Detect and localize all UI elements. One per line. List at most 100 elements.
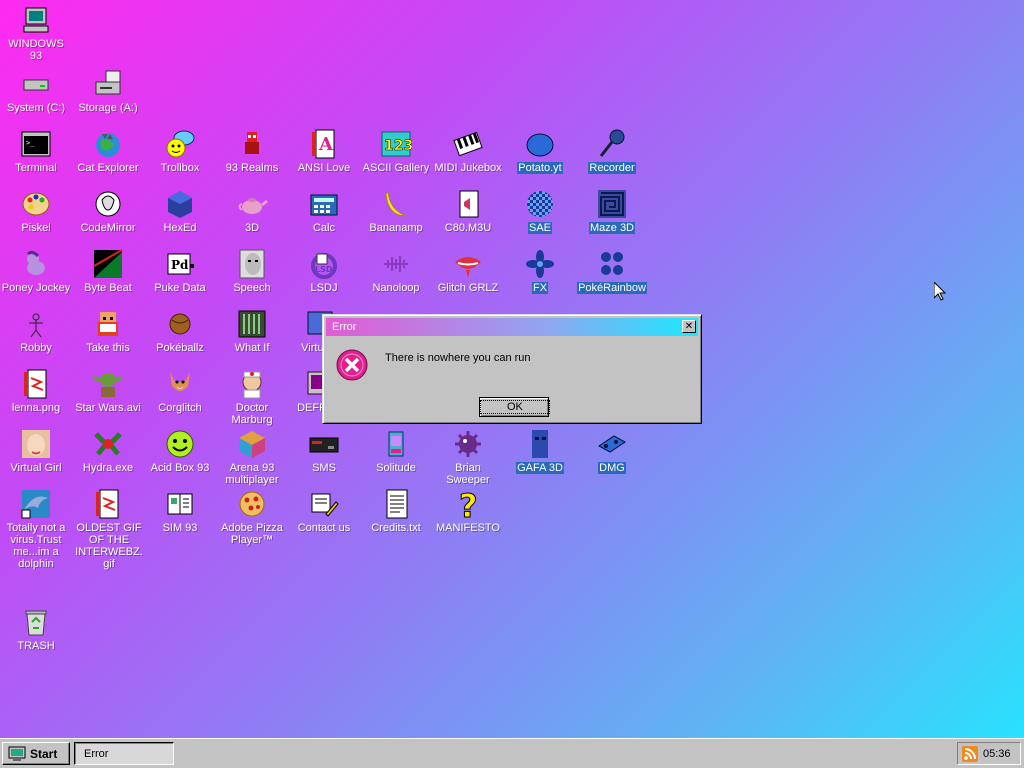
smiley-icon <box>164 428 196 460</box>
desktop-icon-credits[interactable]: Credits.txt <box>360 488 432 534</box>
error-dialog: Error ✕ There is nowhere you can run OK <box>322 314 702 424</box>
icon-label: Acid Box 93 <box>150 462 210 474</box>
icon-label: OLDEST GIF OF THE INTERWEBZ.gif <box>75 522 143 570</box>
icon-label: Brian Sweeper <box>446 462 490 486</box>
icon-label: Adobe Pizza Player™ <box>221 522 283 546</box>
desktop-icon-codemirror[interactable]: CodeMirror <box>72 188 144 234</box>
desktop-icon-robby[interactable]: Robby <box>0 308 72 354</box>
desktop-icon-corglitch[interactable]: Corglitch <box>144 368 216 414</box>
text-file-icon <box>380 488 412 520</box>
desktop-icon-nanoloop[interactable]: Nanoloop <box>360 248 432 294</box>
icon-label: WINDOWS 93 <box>8 38 64 62</box>
icon-label: LSDJ <box>310 282 338 294</box>
desktop-icon-93realms[interactable]: 93 Realms <box>216 128 288 174</box>
old-man-icon <box>92 308 124 340</box>
icon-label: SIM 93 <box>162 522 198 534</box>
desktop-icon-ascii-gallery[interactable]: 123 ASCII Gallery <box>360 128 432 174</box>
desktop-icon-manifesto[interactable]: ? MANIFESTO <box>432 488 504 534</box>
numbers-icon: 123 <box>380 128 412 160</box>
desktop-icon-pokerainbow[interactable]: PokéRainbow <box>576 248 648 294</box>
dialog-message: There is nowhere you can run <box>385 352 531 364</box>
desktop-icon-star-wars[interactable]: Star Wars.avi <box>72 368 144 414</box>
desktop-icon-oldest-gif[interactable]: OLDEST GIF OF THE INTERWEBZ.gif <box>72 488 144 570</box>
desktop-icon-pokeballz[interactable]: Pokéballz <box>144 308 216 354</box>
desktop-icon-lsdj[interactable]: LSDJ LSDJ <box>288 248 360 294</box>
desktop-icon-doctor-marburg[interactable]: Doctor Marburg <box>216 368 288 426</box>
icon-label: lenna.png <box>11 402 61 414</box>
icon-label: Pokéballz <box>156 342 204 354</box>
icon-label: Poney Jockey <box>1 282 71 294</box>
start-button[interactable]: Start <box>2 742 70 765</box>
desktop-icon-hydra[interactable]: Hydra.exe <box>72 428 144 474</box>
desktop-icon-glitch-grlz[interactable]: Glitch GRLZ <box>432 248 504 294</box>
desktop-icon-virtual-girl[interactable]: Virtual Girl <box>0 428 72 474</box>
desktop-icon-acid-box[interactable]: Acid Box 93 <box>144 428 216 474</box>
ok-button[interactable]: OK <box>479 397 550 417</box>
question-mark-icon: ? <box>452 488 484 520</box>
yoda-icon <box>92 368 124 400</box>
desktop-icon-midi-jukebox[interactable]: MIDI Jukebox <box>432 128 504 174</box>
pokerainbow-icon <box>596 248 628 280</box>
desktop-icon-3d[interactable]: 3D <box>216 188 288 234</box>
desktop-icon-potato[interactable]: Potato.yt <box>504 128 576 174</box>
desktop-icon-lenna[interactable]: lenna.png <box>0 368 72 414</box>
desktop-icon-calc[interactable]: Calc <box>288 188 360 234</box>
desktop-icon-trollbox[interactable]: Trollbox <box>144 128 216 174</box>
chat-face-icon <box>164 128 196 160</box>
dialog-titlebar[interactable]: Error ✕ <box>326 318 698 336</box>
icon-label: Robby <box>20 342 52 354</box>
icon-label: TRASH <box>17 640 55 652</box>
desktop-icon-gafa3d[interactable]: GAFA 3D <box>504 428 576 474</box>
svg-text:123: 123 <box>384 138 412 154</box>
desktop-icon-c80m3u[interactable]: C80.M3U <box>432 188 504 234</box>
desktop-icon-recorder[interactable]: Recorder <box>576 128 648 174</box>
rss-icon[interactable] <box>962 746 978 762</box>
desktop-icon-cat-explorer[interactable]: Cat Explorer <box>72 128 144 174</box>
desktop-icon-dmg[interactable]: DMG <box>576 428 648 474</box>
hydra-icon <box>92 428 124 460</box>
hard-drive-icon <box>20 68 52 100</box>
desktop-icon-bananamp[interactable]: Bananamp <box>360 188 432 234</box>
icon-label: Storage (A:) <box>78 102 138 114</box>
icon-label: Calc <box>312 222 335 234</box>
desktop-icon-take-this[interactable]: Take this <box>72 308 144 354</box>
desktop-icon-solitude[interactable]: Solitude <box>360 428 432 474</box>
desktop-icon-storage[interactable]: Storage (A:) <box>72 68 144 114</box>
desktop-icon-sms[interactable]: SMS <box>288 428 360 474</box>
desktop-icon-speech[interactable]: Speech <box>216 248 288 294</box>
taskbar-item-error[interactable]: Error <box>74 742 174 765</box>
desktop-icon-dolphin[interactable]: Totally not a virus.Trust me...im a dolp… <box>0 488 72 570</box>
desktop-icon-contact[interactable]: Contact us <box>288 488 360 534</box>
desktop-icon-trash[interactable]: TRASH <box>0 606 72 652</box>
desktop-icon-hexed[interactable]: HexEd <box>144 188 216 234</box>
playlist-file-icon <box>452 188 484 220</box>
desktop-icon-byte-beat[interactable]: Byte Beat <box>72 248 144 294</box>
desktop-icon-brian-sweeper[interactable]: Brian Sweeper <box>432 428 504 486</box>
ansi-letter-icon: A <box>308 128 340 160</box>
icon-label: Terminal <box>15 162 57 174</box>
desktop-icon-terminal[interactable]: >_ Terminal <box>0 128 72 174</box>
desktop-icon-piskel[interactable]: Piskel <box>0 188 72 234</box>
desktop-icon-ansi-love[interactable]: A ANSI Love <box>288 128 360 174</box>
desktop-icon-adobe-pizza[interactable]: Adobe Pizza Player™ <box>216 488 288 546</box>
desktop-icon-poney-jockey[interactable]: Poney Jockey <box>0 248 72 294</box>
close-button[interactable]: ✕ <box>682 320 696 333</box>
desktop-icon-fx[interactable]: FX <box>504 248 576 294</box>
icon-label: Star Wars.avi <box>75 402 141 414</box>
svg-text:>_: >_ <box>26 139 35 147</box>
desktop-icon-arena93[interactable]: Arena 93 multiplayer <box>216 428 288 486</box>
icon-label: Bananamp <box>369 222 423 234</box>
clock: 05:36 <box>983 748 1011 760</box>
desktop-icon-sae[interactable]: SAE <box>504 188 576 234</box>
desktop-icon-puke-data[interactable]: Pd Puke Data <box>144 248 216 294</box>
icon-label: System (C:) <box>6 102 66 114</box>
desktop-icon-windows93[interactable]: WINDOWS 93 <box>0 4 72 62</box>
icon-label: CodeMirror <box>80 222 136 234</box>
icon-label: PokéRainbow <box>577 282 647 294</box>
desktop-icon-system[interactable]: System (C:) <box>0 68 72 114</box>
desktop-icon-what-if[interactable]: What If <box>216 308 288 354</box>
desktop-icon-sim93[interactable]: SIM 93 <box>144 488 216 534</box>
desktop-icon-maze3d[interactable]: Maze 3D <box>576 188 648 234</box>
icon-label: Byte Beat <box>84 282 132 294</box>
icon-label: Solitude <box>376 462 416 474</box>
